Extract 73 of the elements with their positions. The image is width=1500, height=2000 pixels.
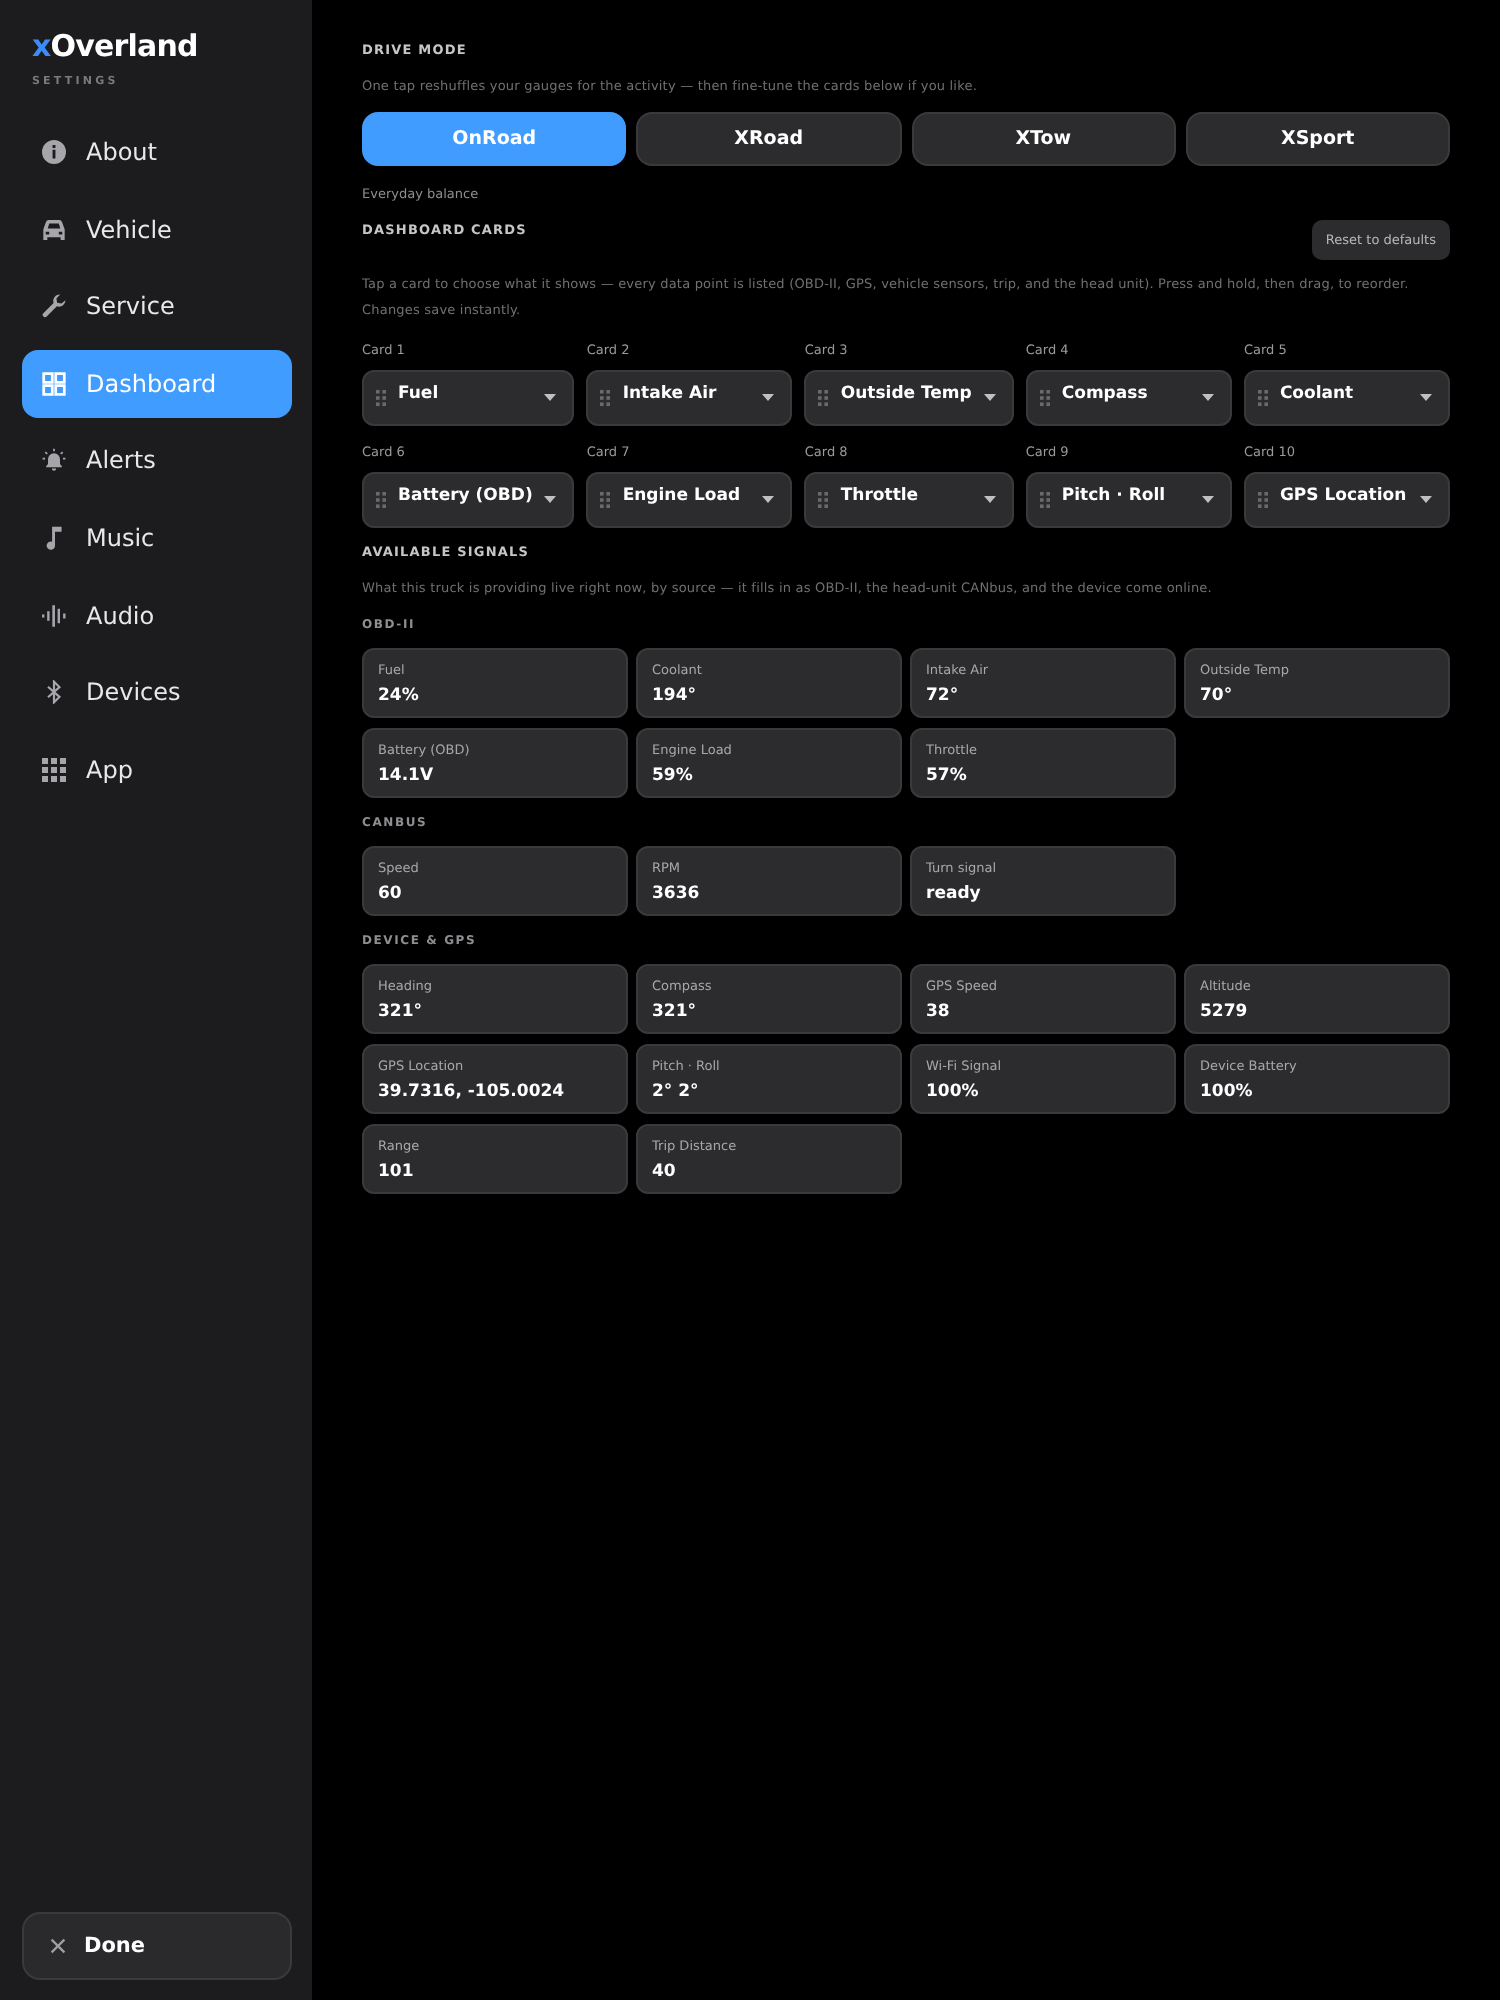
caret-icon <box>983 394 996 402</box>
signal-value: 100% <box>926 1081 979 1103</box>
card-select[interactable]: Pitch · Roll <box>1025 471 1232 527</box>
card-select[interactable]: Intake Air <box>586 369 793 425</box>
sidebar-item[interactable]: Audio <box>22 581 292 650</box>
signal-value: 57% <box>926 765 967 787</box>
signal-value: ready <box>926 883 981 905</box>
signal-value: 72° <box>926 685 959 707</box>
wrench-icon <box>42 294 66 319</box>
grid-icon <box>42 371 66 396</box>
signal-value: 70° <box>1200 685 1233 707</box>
caret-icon <box>1419 496 1432 504</box>
card-select[interactable]: Throttle <box>804 471 1014 527</box>
drag-handle-icon <box>600 389 611 405</box>
card-select[interactable]: Compass <box>1025 369 1232 425</box>
drag-handle-icon <box>1039 491 1050 507</box>
sidebar-item[interactable]: Vehicle <box>22 195 292 264</box>
done-button[interactable]: Done <box>22 1912 292 1980</box>
caret-icon <box>1201 394 1214 402</box>
signal-value: 38 <box>926 1001 950 1023</box>
caret-icon <box>544 394 557 402</box>
music-note-icon <box>42 525 66 550</box>
card-select[interactable]: Coolant <box>1243 369 1450 425</box>
sidebar-item[interactable]: Devices <box>22 658 292 727</box>
sidebar-item[interactable]: Music <box>22 503 292 572</box>
alarm-bell-icon <box>42 448 66 473</box>
drag-handle-icon <box>376 389 386 405</box>
signal-value: 60 <box>378 883 402 905</box>
signal-value: 39.7316, -105.0024 <box>378 1081 565 1103</box>
close-icon <box>50 1938 66 1954</box>
sidebar-item[interactable]: App <box>22 735 292 804</box>
caret-icon <box>544 496 557 504</box>
signal-value: 194° <box>652 685 696 707</box>
signal-value: 321° <box>378 1001 422 1023</box>
drag-handle-icon <box>1257 491 1268 507</box>
drag-handle-icon <box>376 491 386 507</box>
bluetooth-icon <box>42 680 66 705</box>
card-select[interactable]: Outside Temp <box>804 369 1014 425</box>
signal-value: 100% <box>1200 1081 1253 1103</box>
app-logo: xOverland <box>32 28 198 64</box>
card-select[interactable]: Battery (OBD) <box>362 471 575 527</box>
signal-value: 14.1V <box>378 765 434 787</box>
signal-value: 101 <box>378 1161 414 1183</box>
sidebar-item[interactable]: Service <box>22 272 292 341</box>
drag-handle-icon <box>818 491 829 507</box>
caret-icon <box>762 394 775 402</box>
caret-icon <box>983 496 996 504</box>
signal-value: 59% <box>652 765 693 787</box>
car-icon <box>42 217 66 242</box>
dot-grid-icon <box>42 757 66 782</box>
sidebar-item[interactable]: About <box>22 118 292 186</box>
signal-value: 5279 <box>1200 1001 1248 1023</box>
sound-wave-icon <box>42 603 66 628</box>
card-select[interactable]: Engine Load <box>586 471 793 527</box>
signal-value: 24% <box>378 685 419 707</box>
card-select[interactable]: GPS Location <box>1243 471 1450 527</box>
drive-mode-button[interactable]: XSport <box>1185 112 1450 166</box>
info-icon <box>42 140 66 164</box>
signal-value: 3636 <box>652 883 700 905</box>
drag-handle-icon <box>600 491 611 507</box>
drag-handle-icon <box>818 389 829 405</box>
signal-value: 321° <box>652 1001 696 1023</box>
drag-handle-icon <box>1257 389 1268 405</box>
signal-value: 40 <box>652 1161 676 1183</box>
caret-icon <box>762 496 775 504</box>
drive-mode-button[interactable]: XTow <box>911 112 1176 166</box>
signal-value: 2° 2° <box>652 1081 699 1103</box>
card-select[interactable]: Fuel <box>362 369 575 425</box>
caret-icon <box>1201 496 1214 504</box>
drag-handle-icon <box>1039 389 1050 405</box>
caret-icon <box>1419 394 1432 402</box>
sidebar-item[interactable]: Alerts <box>22 426 292 495</box>
drive-mode-button[interactable]: XRoad <box>636 112 901 166</box>
